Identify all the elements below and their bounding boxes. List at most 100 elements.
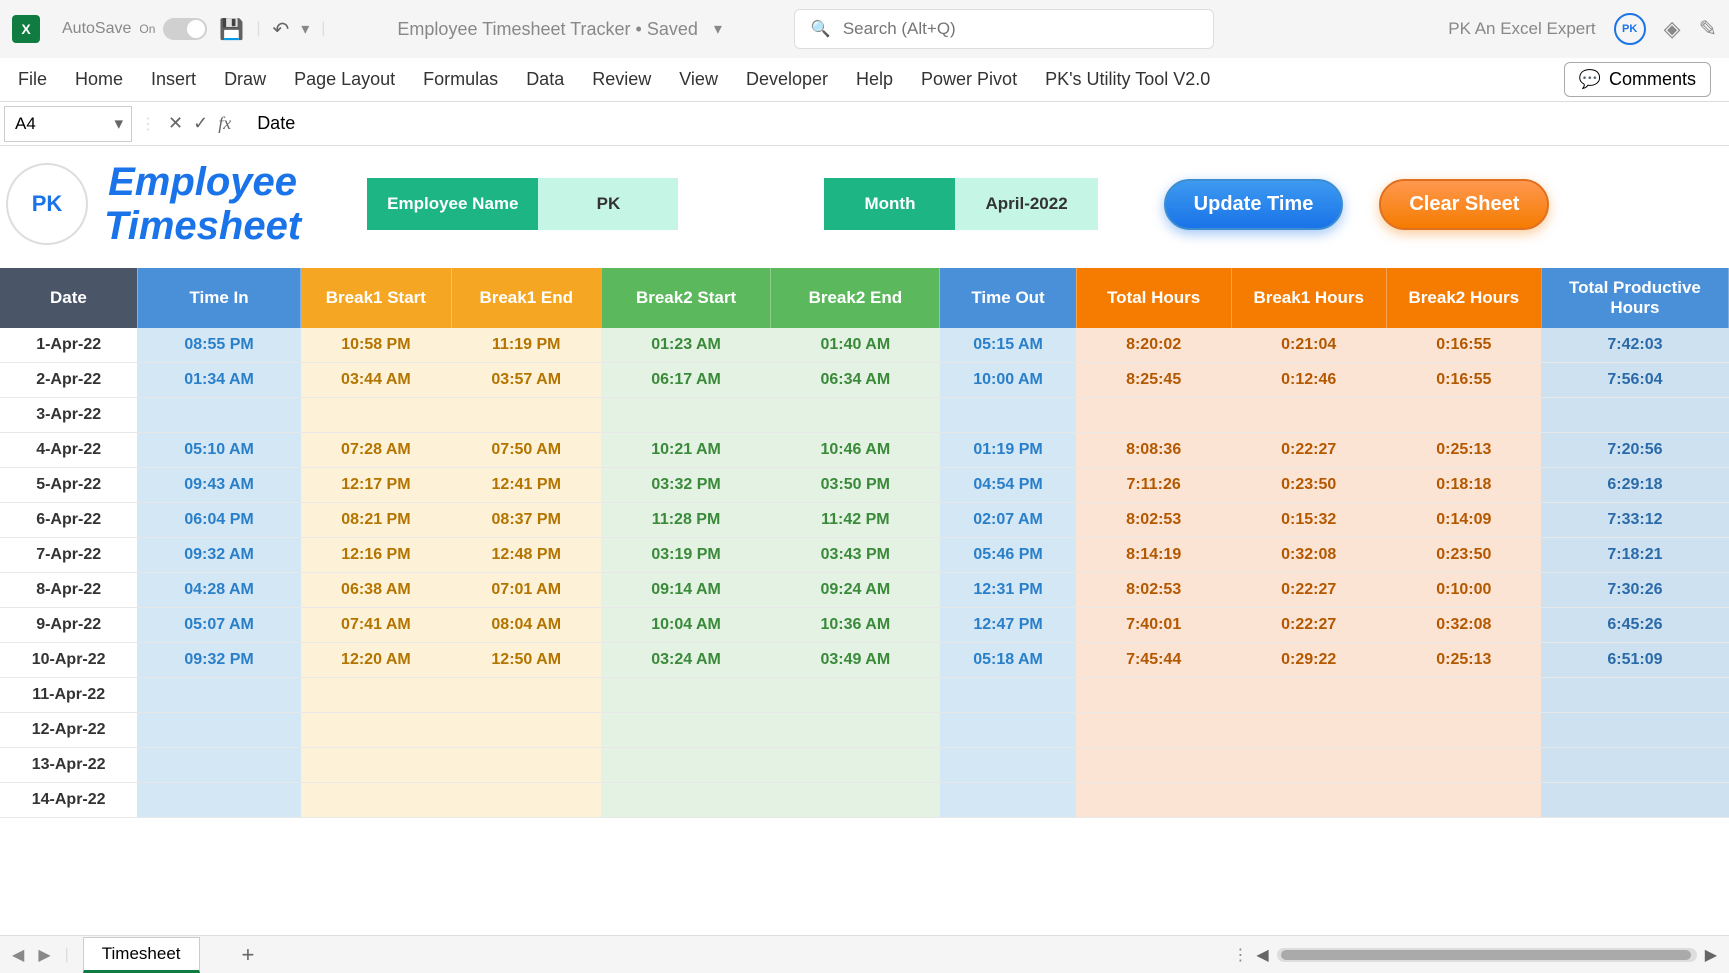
cell-break2-hours[interactable]: 0:23:50	[1386, 538, 1541, 573]
cell-total-hours[interactable]	[1076, 398, 1231, 433]
cell-date[interactable]: 5-Apr-22	[0, 468, 137, 503]
cell-total-hours[interactable]: 7:40:01	[1076, 608, 1231, 643]
tab-pk-utility[interactable]: PK's Utility Tool V2.0	[1045, 69, 1210, 90]
cell-break2-hours[interactable]: 0:32:08	[1386, 608, 1541, 643]
prev-sheet-icon[interactable]: ◀	[12, 945, 24, 965]
document-title[interactable]: Employee Timesheet Tracker • Saved	[397, 19, 697, 40]
cell-break2-hours[interactable]	[1386, 748, 1541, 783]
fx-icon[interactable]: fx	[218, 113, 231, 134]
table-row[interactable]: 7-Apr-2209:32 AM12:16 PM12:48 PM03:19 PM…	[0, 538, 1729, 573]
cell-break2-end[interactable]	[771, 713, 940, 748]
table-row[interactable]: 4-Apr-2205:10 AM07:28 AM07:50 AM10:21 AM…	[0, 433, 1729, 468]
cell-break1-end[interactable]	[451, 748, 601, 783]
cell-time-in[interactable]: 06:04 PM	[137, 503, 300, 538]
cell-break1-start[interactable]	[301, 678, 451, 713]
cell-productive-hours[interactable]	[1541, 783, 1728, 818]
cell-time-in[interactable]: 09:32 AM	[137, 538, 300, 573]
cell-break2-end[interactable]: 06:34 AM	[771, 363, 940, 398]
enter-icon[interactable]: ✓	[193, 113, 208, 134]
col-time-out[interactable]: Time Out	[940, 268, 1076, 328]
cell-time-in[interactable]	[137, 783, 300, 818]
cell-total-hours[interactable]	[1076, 783, 1231, 818]
cell-break2-start[interactable]: 01:23 AM	[601, 328, 770, 363]
cell-time-in[interactable]: 05:07 AM	[137, 608, 300, 643]
cell-break2-start[interactable]	[601, 398, 770, 433]
cell-break1-end[interactable]: 03:57 AM	[451, 363, 601, 398]
cell-break1-end[interactable]: 11:19 PM	[451, 328, 601, 363]
add-sheet-icon[interactable]: +	[242, 942, 255, 968]
table-row[interactable]: 13-Apr-22	[0, 748, 1729, 783]
cell-productive-hours[interactable]	[1541, 748, 1728, 783]
cell-break2-hours[interactable]: 0:14:09	[1386, 503, 1541, 538]
cell-date[interactable]: 14-Apr-22	[0, 783, 137, 818]
cell-break1-hours[interactable]	[1231, 783, 1386, 818]
cell-date[interactable]: 9-Apr-22	[0, 608, 137, 643]
cell-break1-start[interactable]: 08:21 PM	[301, 503, 451, 538]
cell-total-hours[interactable]	[1076, 713, 1231, 748]
cell-break1-start[interactable]: 07:28 AM	[301, 433, 451, 468]
cell-break2-start[interactable]: 10:21 AM	[601, 433, 770, 468]
col-break1-hours[interactable]: Break1 Hours	[1231, 268, 1386, 328]
cell-break1-start[interactable]	[301, 713, 451, 748]
cell-break2-start[interactable]: 03:24 AM	[601, 643, 770, 678]
cell-date[interactable]: 3-Apr-22	[0, 398, 137, 433]
comments-button[interactable]: 💬 Comments	[1564, 62, 1711, 97]
sheet-tab-timesheet[interactable]: Timesheet	[83, 937, 200, 973]
cell-break2-end[interactable]	[771, 783, 940, 818]
cell-break1-start[interactable]	[301, 783, 451, 818]
cell-break2-end[interactable]: 09:24 AM	[771, 573, 940, 608]
cell-time-in[interactable]	[137, 748, 300, 783]
cell-break2-start[interactable]: 09:14 AM	[601, 573, 770, 608]
cell-productive-hours[interactable]: 7:42:03	[1541, 328, 1728, 363]
cell-time-in[interactable]: 04:28 AM	[137, 573, 300, 608]
cell-productive-hours[interactable]: 7:56:04	[1541, 363, 1728, 398]
cell-break1-hours[interactable]: 0:22:27	[1231, 573, 1386, 608]
tab-data[interactable]: Data	[526, 69, 564, 90]
table-row[interactable]: 14-Apr-22	[0, 783, 1729, 818]
cell-break1-start[interactable]: 03:44 AM	[301, 363, 451, 398]
cell-total-hours[interactable]: 8:20:02	[1076, 328, 1231, 363]
cell-time-in[interactable]: 09:32 PM	[137, 643, 300, 678]
cell-total-hours[interactable]: 8:08:36	[1076, 433, 1231, 468]
autosave-toggle[interactable]: AutoSave On	[62, 18, 207, 40]
cell-total-hours[interactable]	[1076, 678, 1231, 713]
save-icon[interactable]: 💾	[219, 17, 244, 42]
cell-break1-start[interactable]: 10:58 PM	[301, 328, 451, 363]
cell-break2-hours[interactable]: 0:16:55	[1386, 363, 1541, 398]
cell-productive-hours[interactable]	[1541, 678, 1728, 713]
user-avatar-icon[interactable]: PK	[1614, 13, 1646, 45]
cell-break1-start[interactable]	[301, 398, 451, 433]
cell-break1-start[interactable]: 12:20 AM	[301, 643, 451, 678]
tab-file[interactable]: File	[18, 69, 47, 90]
scroll-right-icon[interactable]: ▶	[1705, 945, 1717, 965]
cell-break2-end[interactable]: 03:49 AM	[771, 643, 940, 678]
cell-break1-start[interactable]: 12:17 PM	[301, 468, 451, 503]
tab-formulas[interactable]: Formulas	[423, 69, 498, 90]
tab-developer[interactable]: Developer	[746, 69, 828, 90]
cell-break1-start[interactable]: 12:16 PM	[301, 538, 451, 573]
cell-break1-hours[interactable]: 0:15:32	[1231, 503, 1386, 538]
col-break2-end[interactable]: Break2 End	[771, 268, 940, 328]
user-name[interactable]: PK An Excel Expert	[1448, 19, 1595, 39]
cell-break1-hours[interactable]: 0:22:27	[1231, 433, 1386, 468]
cell-break1-end[interactable]: 12:48 PM	[451, 538, 601, 573]
cell-break1-hours[interactable]	[1231, 748, 1386, 783]
cell-total-hours[interactable]: 7:45:44	[1076, 643, 1231, 678]
cell-time-out[interactable]	[940, 783, 1076, 818]
formula-input[interactable]: Date	[243, 113, 309, 134]
cell-total-hours[interactable]: 8:25:45	[1076, 363, 1231, 398]
table-row[interactable]: 1-Apr-2208:55 PM10:58 PM11:19 PM01:23 AM…	[0, 328, 1729, 363]
cell-date[interactable]: 11-Apr-22	[0, 678, 137, 713]
cell-time-out[interactable]: 05:46 PM	[940, 538, 1076, 573]
cell-time-in[interactable]: 08:55 PM	[137, 328, 300, 363]
cell-total-hours[interactable]: 8:02:53	[1076, 573, 1231, 608]
cell-break1-hours[interactable]	[1231, 398, 1386, 433]
cell-break2-end[interactable]	[771, 748, 940, 783]
month-value[interactable]: April-2022	[955, 178, 1097, 230]
cell-date[interactable]: 1-Apr-22	[0, 328, 137, 363]
cell-break1-end[interactable]: 07:50 AM	[451, 433, 601, 468]
cell-break2-hours[interactable]: 0:10:00	[1386, 573, 1541, 608]
cell-break2-end[interactable]: 03:50 PM	[771, 468, 940, 503]
cell-time-out[interactable]: 05:18 AM	[940, 643, 1076, 678]
cell-break2-end[interactable]	[771, 678, 940, 713]
